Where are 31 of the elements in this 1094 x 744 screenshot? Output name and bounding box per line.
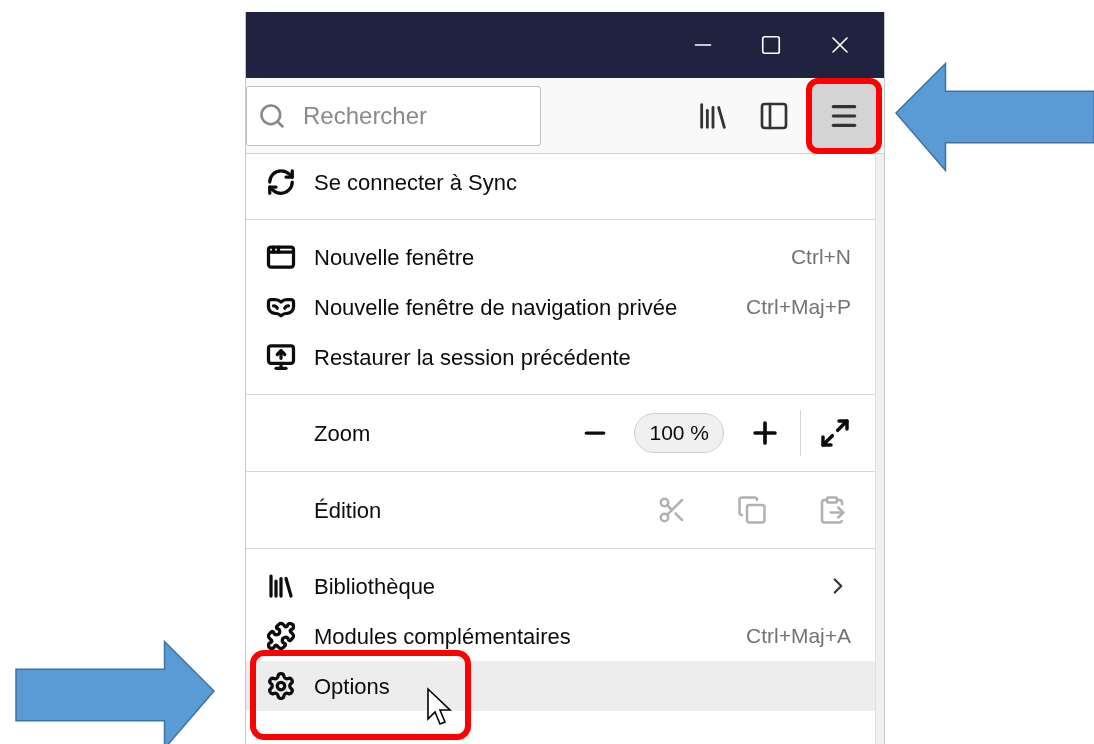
zoom-reset-button[interactable]: 100 % [634,413,724,453]
menu-item-label: Nouvelle fenêtre [314,243,475,272]
new-window-icon [266,242,296,272]
menu-item[interactable]: Bibliothèque [246,561,875,611]
menu-item[interactable]: Nouvelle fenêtre de navigation privée Ctrl+Maj+P [246,282,875,332]
menu-item-label: Se connecter à Sync [314,168,517,197]
fullscreen-icon[interactable] [819,417,851,449]
menu-item-label: Édition [314,496,382,525]
menu-item-label: Nouvelle fenêtre de navigation privée [314,293,678,322]
menu-item-label: Modules complémentaires [314,622,571,651]
mouse-pointer-icon [426,687,452,727]
menu-item[interactable]: Se connecter à Sync [246,157,875,207]
menu-item[interactable]: Modules complémentaires Ctrl+Maj+A [246,611,875,661]
menu-item-label: Options [314,672,390,701]
keyboard-shortcut: Ctrl+Maj+A [745,623,851,650]
search-icon [258,101,286,130]
sync-icon [266,167,296,197]
keyboard-shortcut: Ctrl+N [790,244,851,271]
menu-button[interactable] [812,83,876,148]
menu-item-label: Bibliothèque [314,572,436,601]
puzzle-icon [266,621,296,651]
maximize-icon[interactable] [760,34,782,56]
scrollbar[interactable] [875,154,884,744]
menu-item[interactable]: Nouvelle fenêtre Ctrl+N [246,232,875,282]
restore-icon [266,342,296,372]
menu-item-label: Restaurer la session précédente [314,343,631,372]
menu-item[interactable]: Restaurer la session précédente [246,332,875,382]
settings-icon [266,671,296,701]
menu-item-label: Zoom [314,419,371,448]
search-field[interactable]: Rechercher [246,85,541,146]
keyboard-shortcut: Ctrl+Maj+P [745,294,851,321]
